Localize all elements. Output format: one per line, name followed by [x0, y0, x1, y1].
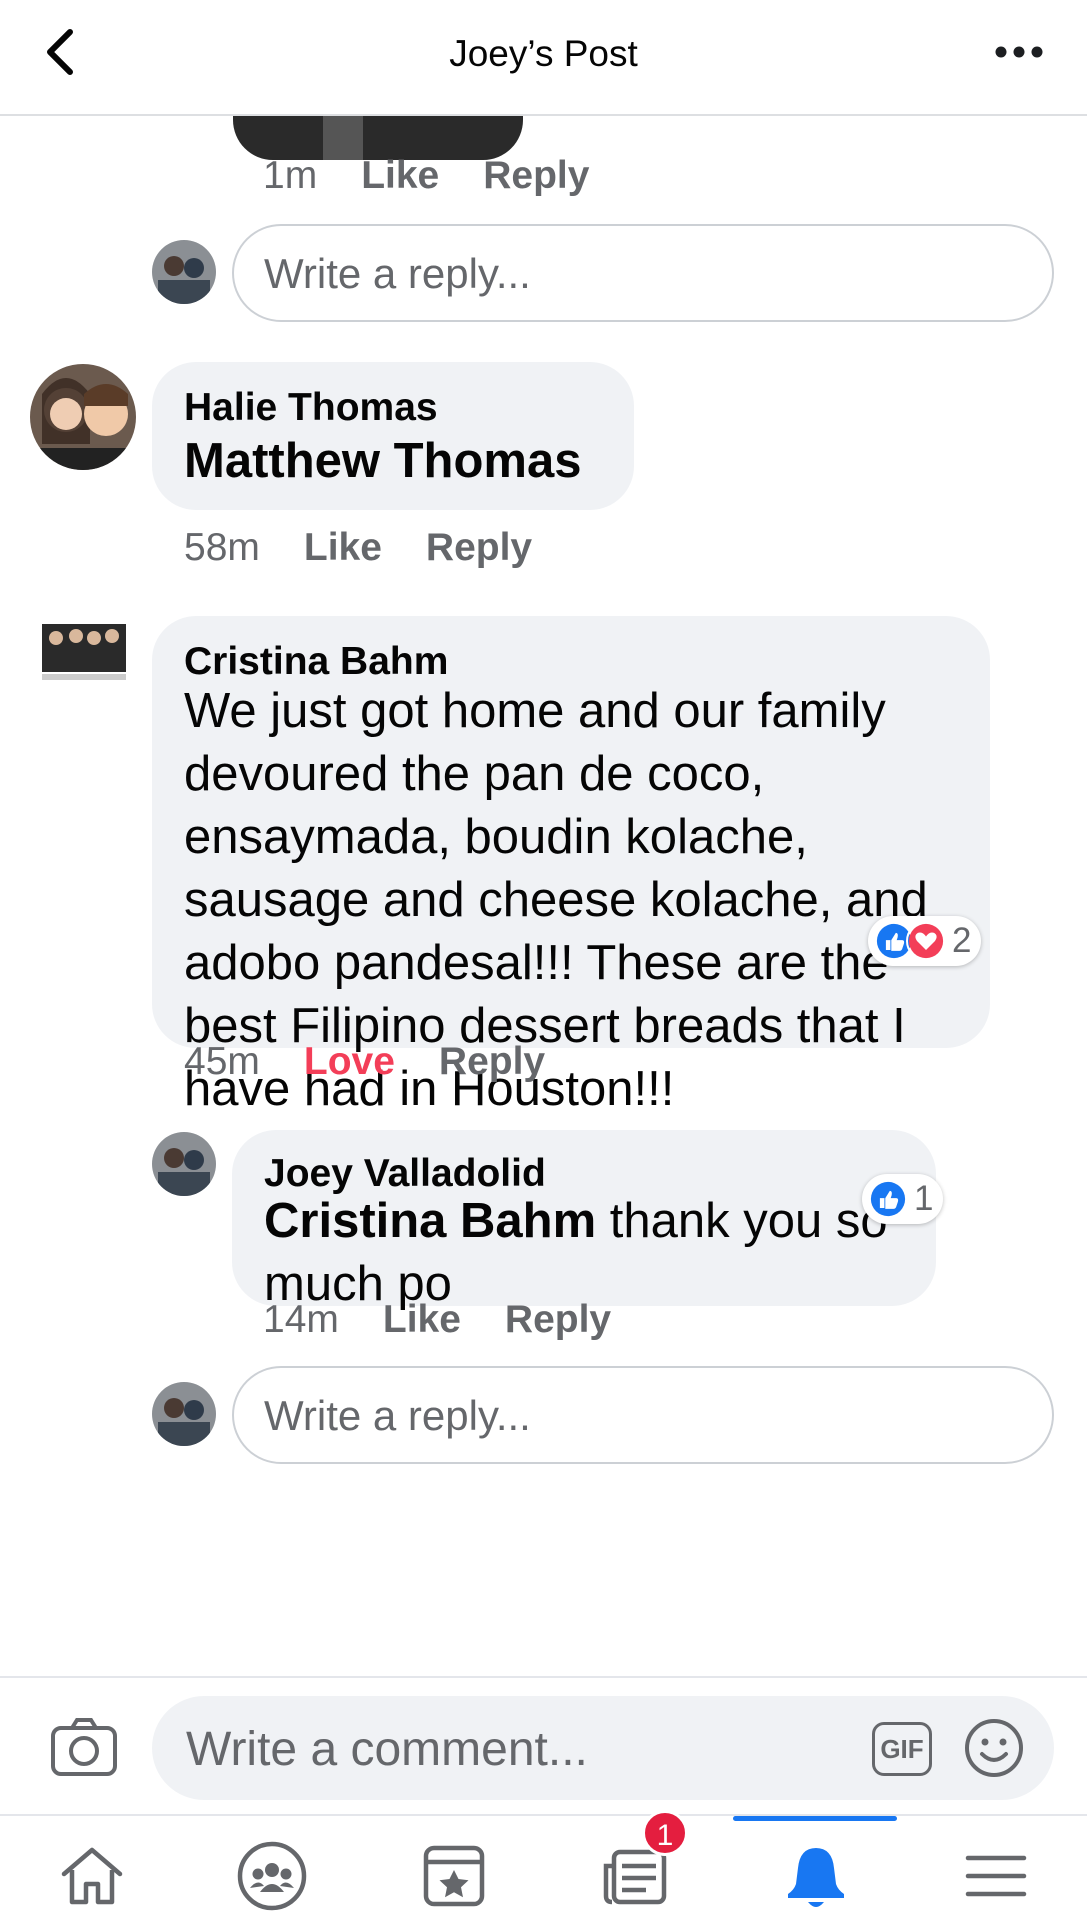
emoji-icon[interactable]: [964, 1718, 1024, 1778]
pages-icon[interactable]: [418, 1840, 490, 1912]
comment-input[interactable]: Write a comment... GIF: [152, 1696, 1054, 1800]
groups-icon[interactable]: [236, 1840, 308, 1912]
notification-badge: 1: [642, 1810, 688, 1856]
menu-icon[interactable]: [960, 1840, 1032, 1912]
current-user-avatar: [152, 240, 216, 304]
home-icon[interactable]: [56, 1840, 128, 1912]
more-options-icon[interactable]: [991, 30, 1047, 74]
notifications-icon[interactable]: [780, 1840, 852, 1912]
comment-time: 45m: [184, 1040, 260, 1083]
camera-icon[interactable]: [50, 1716, 118, 1778]
commenter-avatar[interactable]: [30, 364, 136, 470]
like-link[interactable]: Like: [361, 154, 439, 198]
reply-link[interactable]: Reply: [483, 154, 589, 198]
reply-input-placeholder: Write a reply...: [264, 250, 531, 297]
reply-input[interactable]: Write a reply...: [232, 224, 1054, 322]
reply-input-placeholder: Write a reply...: [264, 1392, 531, 1439]
like-link[interactable]: Like: [383, 1298, 461, 1342]
commenter-avatar[interactable]: [152, 1132, 216, 1196]
comment-time: 14m: [263, 1298, 339, 1341]
comment-time: 58m: [184, 526, 260, 569]
comment-bubble[interactable]: Halie Thomas Matthew Thomas: [152, 362, 634, 510]
comment-actions: 58m Like Reply: [184, 526, 576, 570]
comment-composer: Write a comment... GIF: [0, 1676, 1087, 1814]
mention-link[interactable]: Cristina Bahm: [264, 1194, 596, 1248]
like-link[interactable]: Like: [304, 526, 382, 570]
gif-button[interactable]: GIF: [872, 1722, 932, 1776]
bottom-navigation: 1: [0, 1810, 1087, 1932]
reply-link[interactable]: Reply: [439, 1040, 545, 1084]
page-title: Joey’s Post: [449, 33, 638, 74]
reply-link[interactable]: Reply: [426, 526, 532, 570]
active-tab-indicator: [733, 1816, 897, 1821]
love-icon: [906, 921, 946, 961]
reaction-summary[interactable]: 1: [862, 1174, 944, 1224]
comment-author[interactable]: Halie Thomas: [184, 386, 438, 430]
mention-link[interactable]: Matthew Thomas: [184, 430, 606, 493]
top-bar: Joey’s Post: [0, 0, 1087, 116]
current-user-avatar: [152, 1382, 216, 1446]
reply-link[interactable]: Reply: [505, 1298, 611, 1342]
comments-feed[interactable]: 1m Like Reply Write a reply... Halie Thoma…: [0, 116, 1087, 1676]
reaction-count: 1: [914, 1179, 934, 1218]
commenter-avatar[interactable]: [38, 614, 130, 686]
like-icon: [868, 1179, 908, 1219]
reply-input[interactable]: Write a reply...: [232, 1366, 1054, 1464]
reaction-count: 2: [952, 921, 972, 960]
comment-input-placeholder: Write a comment...: [186, 1723, 588, 1776]
reply-bubble[interactable]: Joey Valladolid Cristina Bahm thank you …: [232, 1130, 936, 1311]
comment-author[interactable]: Cristina Bahm: [184, 640, 448, 684]
reaction-summary[interactable]: 2: [868, 916, 982, 966]
comment-actions: 14m Like Reply: [263, 1298, 655, 1342]
love-link[interactable]: Love: [304, 1040, 395, 1084]
comment-time: 1m: [263, 154, 318, 197]
comment-actions: 1m Like Reply: [263, 154, 633, 198]
comment-actions: 45m Love Reply: [184, 1040, 589, 1084]
comment-bubble[interactable]: Cristina Bahm We just got home and our f…: [152, 616, 990, 1116]
